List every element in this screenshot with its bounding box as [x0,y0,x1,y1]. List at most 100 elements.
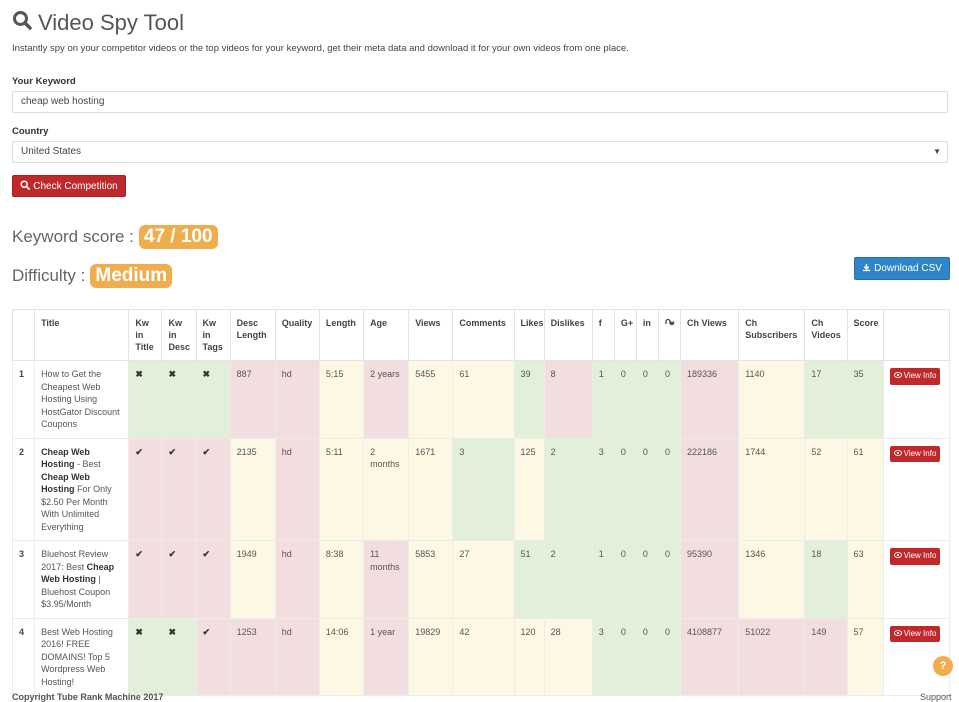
keyword-score-label: Keyword score : [12,227,134,246]
page-subtitle: Instantly spy on your competitor videos … [12,43,629,54]
ch-views-cell: 222186 [680,437,740,541]
col-header-title[interactable]: Title [34,309,130,361]
length-cell: 8:38 [318,540,365,619]
search-icon [20,179,33,193]
col-header-ch-views[interactable]: Ch Views [680,309,740,361]
col-header-googleplus[interactable]: G+ [613,309,637,361]
likes-cell: 51 [513,540,545,619]
col-header-views[interactable]: Views [408,309,454,361]
col-header-kw-desc[interactable]: Kw in Desc [161,309,197,361]
age-cell: 11 months [363,540,410,619]
caret-down-icon: ▼ [933,147,941,156]
col-header-quality[interactable]: Quality [274,309,320,361]
col-header-num [11,309,36,361]
dislikes-cell: 2 [543,540,593,619]
score-cell: 35 [846,360,884,439]
kw-in-title-check-icon: ✔ [128,437,163,541]
row-number: 4 [11,617,36,696]
linkedin-cell: 0 [635,617,659,696]
stumbleupon-cell: 0 [657,540,682,619]
views-cell: 5853 [408,540,454,619]
actions-cell: View Info [882,360,951,439]
dislikes-cell: 8 [543,360,593,439]
check-competition-label: Check Competition [33,180,118,192]
keyword-input[interactable]: cheap web hosting [12,91,948,113]
col-header-dislikes[interactable]: Dislikes [543,309,593,361]
ch-videos-cell: 149 [804,617,848,696]
col-header-age[interactable]: Age [363,309,410,361]
col-header-ch-videos[interactable]: Ch Videos [804,309,848,361]
kw-in-desc-cross-icon: ✖ [161,360,197,439]
view-info-label: View Info [903,628,937,638]
video-title[interactable]: Best Web Hosting 2016! FREE DOMAINS! Top… [34,617,130,696]
col-header-length[interactable]: Length [318,309,365,361]
desc-length-cell: 2135 [229,437,276,541]
results-table: Title Kw in Title Kw in Desc Kw in Tags … [11,309,951,696]
quality-cell: hd [274,617,320,696]
country-select-value: United States [21,146,82,157]
help-button[interactable]: ? [933,656,953,676]
view-info-button[interactable]: View Info [889,445,941,462]
ch-views-cell: 95390 [680,540,740,619]
search-icon [12,10,38,36]
col-header-kw-tags[interactable]: Kw in Tags [195,309,231,361]
table-row: 3 Bluehost Review 2017: Best Cheap Web H… [11,540,951,619]
table-header-row: Title Kw in Title Kw in Desc Kw in Tags … [11,309,951,361]
col-header-ch-subscribers[interactable]: Ch Subscribers [738,309,806,361]
difficulty: Difficulty : Medium [12,264,173,288]
view-info-button[interactable]: View Info [889,625,941,642]
likes-cell: 120 [513,617,545,696]
ch-subscribers-cell: 1744 [738,437,806,541]
title-text: How to Get the Cheapest Web Hosting Usin… [41,369,120,429]
video-title[interactable]: Cheap Web Hosting - Best Cheap Web Hosti… [34,437,130,541]
video-title[interactable]: Bluehost Review 2017: Best Cheap Web Hos… [34,540,130,619]
col-header-facebook[interactable]: f [591,309,615,361]
desc-length-cell: 1949 [229,540,276,619]
quality-cell: hd [274,437,320,541]
view-info-button[interactable]: View Info [889,368,941,385]
dislikes-cell: 28 [543,617,593,696]
footer-copyright: Copyright Tube Rank Machine 2017 [12,692,164,702]
ch-subscribers-cell: 51022 [738,617,806,696]
kw-in-title-check-icon: ✔ [128,540,163,619]
col-header-desc-length[interactable]: Desc Length [229,309,276,361]
facebook-cell: 3 [591,617,615,696]
col-header-likes[interactable]: Likes [513,309,545,361]
download-icon [862,263,874,275]
download-csv-label: Download CSV [874,263,942,274]
col-header-score[interactable]: Score [846,309,884,361]
table-row: 1 How to Get the Cheapest Web Hosting Us… [11,360,951,439]
footer-support-link[interactable]: Support [920,692,952,702]
download-csv-button[interactable]: Download CSV [854,257,950,280]
facebook-cell: 3 [591,437,615,541]
row-number: 2 [11,437,36,541]
country-select[interactable]: United States ▼ [12,141,948,163]
views-cell: 19829 [408,617,454,696]
kw-in-tags-check-icon: ✔ [195,437,231,541]
eye-icon [893,550,904,563]
col-header-actions [882,309,951,361]
ch-videos-cell: 18 [804,540,848,619]
page-title: Video Spy Tool [12,10,184,36]
table-row: 2 Cheap Web Hosting - Best Cheap Web Hos… [11,437,951,541]
title-text: Best Web Hosting 2016! FREE DOMAINS! Top… [41,626,113,687]
googleplus-cell: 0 [613,540,637,619]
stumbleupon-cell: 0 [657,617,682,696]
ch-videos-cell: 17 [804,360,848,439]
linkedin-cell: 0 [635,360,659,439]
view-info-button[interactable]: View Info [889,548,941,565]
col-header-comments[interactable]: Comments [452,309,515,361]
comments-cell: 27 [452,540,515,619]
video-title[interactable]: How to Get the Cheapest Web Hosting Usin… [34,360,130,439]
ch-views-cell: 189336 [680,360,740,439]
difficulty-label: Difficulty : [12,266,86,285]
googleplus-cell: 0 [613,360,637,439]
kw-in-tags-cross-icon: ✖ [195,360,231,439]
col-header-kw-title[interactable]: Kw in Title [128,309,163,361]
row-number: 3 [11,540,36,619]
actions-cell: View Info [882,540,951,619]
col-header-stumbleupon[interactable] [657,309,682,361]
check-competition-button[interactable]: Check Competition [12,175,126,197]
col-header-linkedin[interactable]: in [635,309,659,361]
country-label: Country [12,126,49,137]
